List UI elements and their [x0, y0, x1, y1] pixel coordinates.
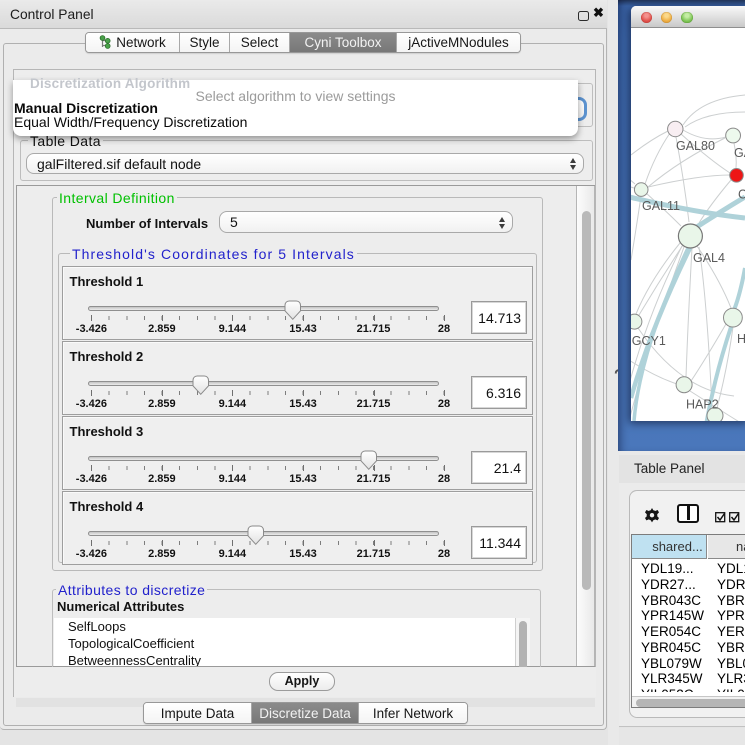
svg-text:C: C — [738, 188, 745, 202]
svg-text:H: H — [737, 332, 745, 346]
svg-text:GA: GA — [734, 146, 745, 160]
svg-text:HAP2: HAP2 — [686, 398, 719, 412]
svg-text:GAL4: GAL4 — [693, 251, 725, 265]
svg-text:GAL11: GAL11 — [642, 199, 680, 213]
svg-text:GCY1: GCY1 — [632, 334, 666, 348]
svg-text:GAL80: GAL80 — [676, 139, 715, 153]
